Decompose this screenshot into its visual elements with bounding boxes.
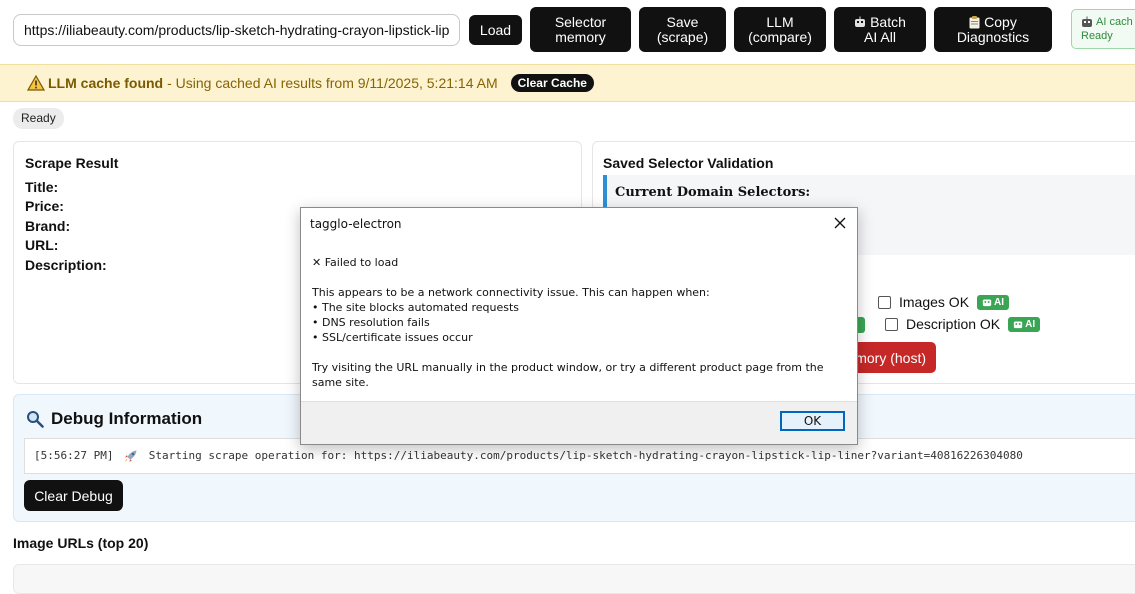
ai-chip-label: AI	[994, 296, 1005, 308]
dialog-body: ✕ Failed to load This appears to be a ne…	[312, 255, 848, 390]
ai-cache-status-text: AI cach	[1096, 16, 1133, 28]
ok-button[interactable]: OK	[780, 411, 845, 431]
robot-icon	[982, 299, 992, 307]
robot-icon	[1013, 321, 1023, 329]
batch-ai-label-1: Batch	[854, 13, 906, 30]
clear-debug-button[interactable]: Clear Debug	[24, 480, 123, 511]
selector-memory-label-1: Selector	[554, 13, 607, 30]
batch-ai-all-button[interactable]: Batch AI All	[834, 7, 926, 52]
dialog-window-title: tagglo-electron	[310, 217, 402, 231]
error-dialog: tagglo-electron ✕ Failed to load This ap…	[300, 207, 858, 445]
ai-chip-label: AI	[1025, 318, 1036, 330]
robot-icon	[855, 16, 866, 27]
batch-ai-label-2: AI All	[864, 28, 896, 45]
field-description-label: Description:	[25, 257, 107, 273]
ai-cache-status: AI cach Ready	[1071, 9, 1135, 49]
debug-title-text: Debug Information	[51, 409, 203, 428]
save-scrape-label-2: (scrape)	[656, 28, 709, 45]
dialog-intro: This appears to be a network connectivit…	[312, 286, 710, 299]
description-ok-label: Description OK	[906, 316, 1001, 332]
description-ok-check[interactable]: Description OK AI	[885, 316, 1041, 332]
cache-banner: LLM cache found - Using cached AI result…	[0, 64, 1135, 102]
save-memory-host-button[interactable]: mory (host)	[849, 342, 936, 373]
image-urls-list	[13, 564, 1135, 594]
save-scrape-label-1: Save	[666, 13, 699, 30]
images-ok-label: Images OK	[899, 294, 970, 310]
llm-compare-label-1: LLM	[766, 13, 794, 30]
field-brand-label: Brand:	[25, 218, 71, 234]
image-urls-title: Image URLs (top 20)	[13, 535, 149, 551]
close-icon[interactable]	[831, 214, 849, 232]
copy-diagnostics-button[interactable]: Copy Diagnostics	[934, 7, 1052, 52]
dialog-bullet: • The site blocks automated requests	[312, 301, 520, 314]
dialog-bullet: • DNS resolution fails	[312, 316, 430, 329]
copy-diagnostics-text-1: Copy	[984, 13, 1017, 30]
batch-ai-text-1: Batch	[870, 13, 906, 30]
selector-memory-label-2: memory	[555, 28, 606, 45]
ai-cache-status-line: AI cach	[1081, 15, 1135, 29]
dialog-heading: ✕ Failed to load	[312, 256, 399, 269]
current-domain-label: Current Domain Selectors:	[615, 185, 811, 200]
cache-banner-title: LLM cache found	[48, 75, 164, 91]
ai-chip: AI	[977, 294, 1010, 310]
dialog-advice: Try visiting the URL manually in the pro…	[312, 361, 824, 389]
field-title-label: Title:	[25, 179, 59, 195]
status-badge: Ready	[13, 108, 64, 129]
load-button[interactable]: Load	[469, 15, 522, 45]
magnifier-icon	[27, 411, 44, 428]
description-ok-checkbox[interactable]	[885, 317, 898, 331]
url-input[interactable]	[13, 14, 460, 46]
debug-log-text: Starting scrape operation for: https://i…	[148, 449, 1023, 462]
dialog-bullet: • SSL/certificate issues occur	[312, 331, 473, 344]
copy-diagnostics-label-2: Diagnostics	[956, 28, 1030, 45]
robot-icon	[1082, 16, 1092, 27]
rocket-icon	[125, 450, 137, 462]
debug-title: Debug Information	[26, 409, 202, 429]
llm-compare-button[interactable]: LLM (compare)	[734, 7, 826, 52]
copy-diagnostics-label-1: Copy	[969, 13, 1017, 30]
cache-banner-message: - Using cached AI results from 9/11/2025…	[167, 75, 498, 91]
save-scrape-button[interactable]: Save (scrape)	[639, 7, 726, 52]
warning-icon	[27, 75, 45, 91]
selector-memory-button[interactable]: Selector memory	[530, 7, 631, 52]
field-price-label: Price:	[25, 198, 64, 214]
images-ok-check[interactable]: Images OK AI	[878, 294, 1010, 310]
field-url-label: URL:	[25, 237, 59, 253]
ai-cache-status-ready: Ready	[1081, 30, 1113, 42]
clear-cache-button[interactable]: Clear Cache	[510, 74, 594, 92]
dialog-footer: OK	[301, 401, 857, 444]
llm-compare-label-2: (compare)	[748, 28, 812, 45]
images-ok-checkbox[interactable]	[878, 295, 891, 309]
clipboard-icon	[969, 15, 980, 28]
scrape-result-title: Scrape Result	[25, 155, 119, 171]
ai-chip: AI	[1008, 316, 1041, 332]
selector-validation-title: Saved Selector Validation	[603, 155, 774, 171]
debug-log-time: [5:56:27 PM]	[34, 449, 114, 462]
